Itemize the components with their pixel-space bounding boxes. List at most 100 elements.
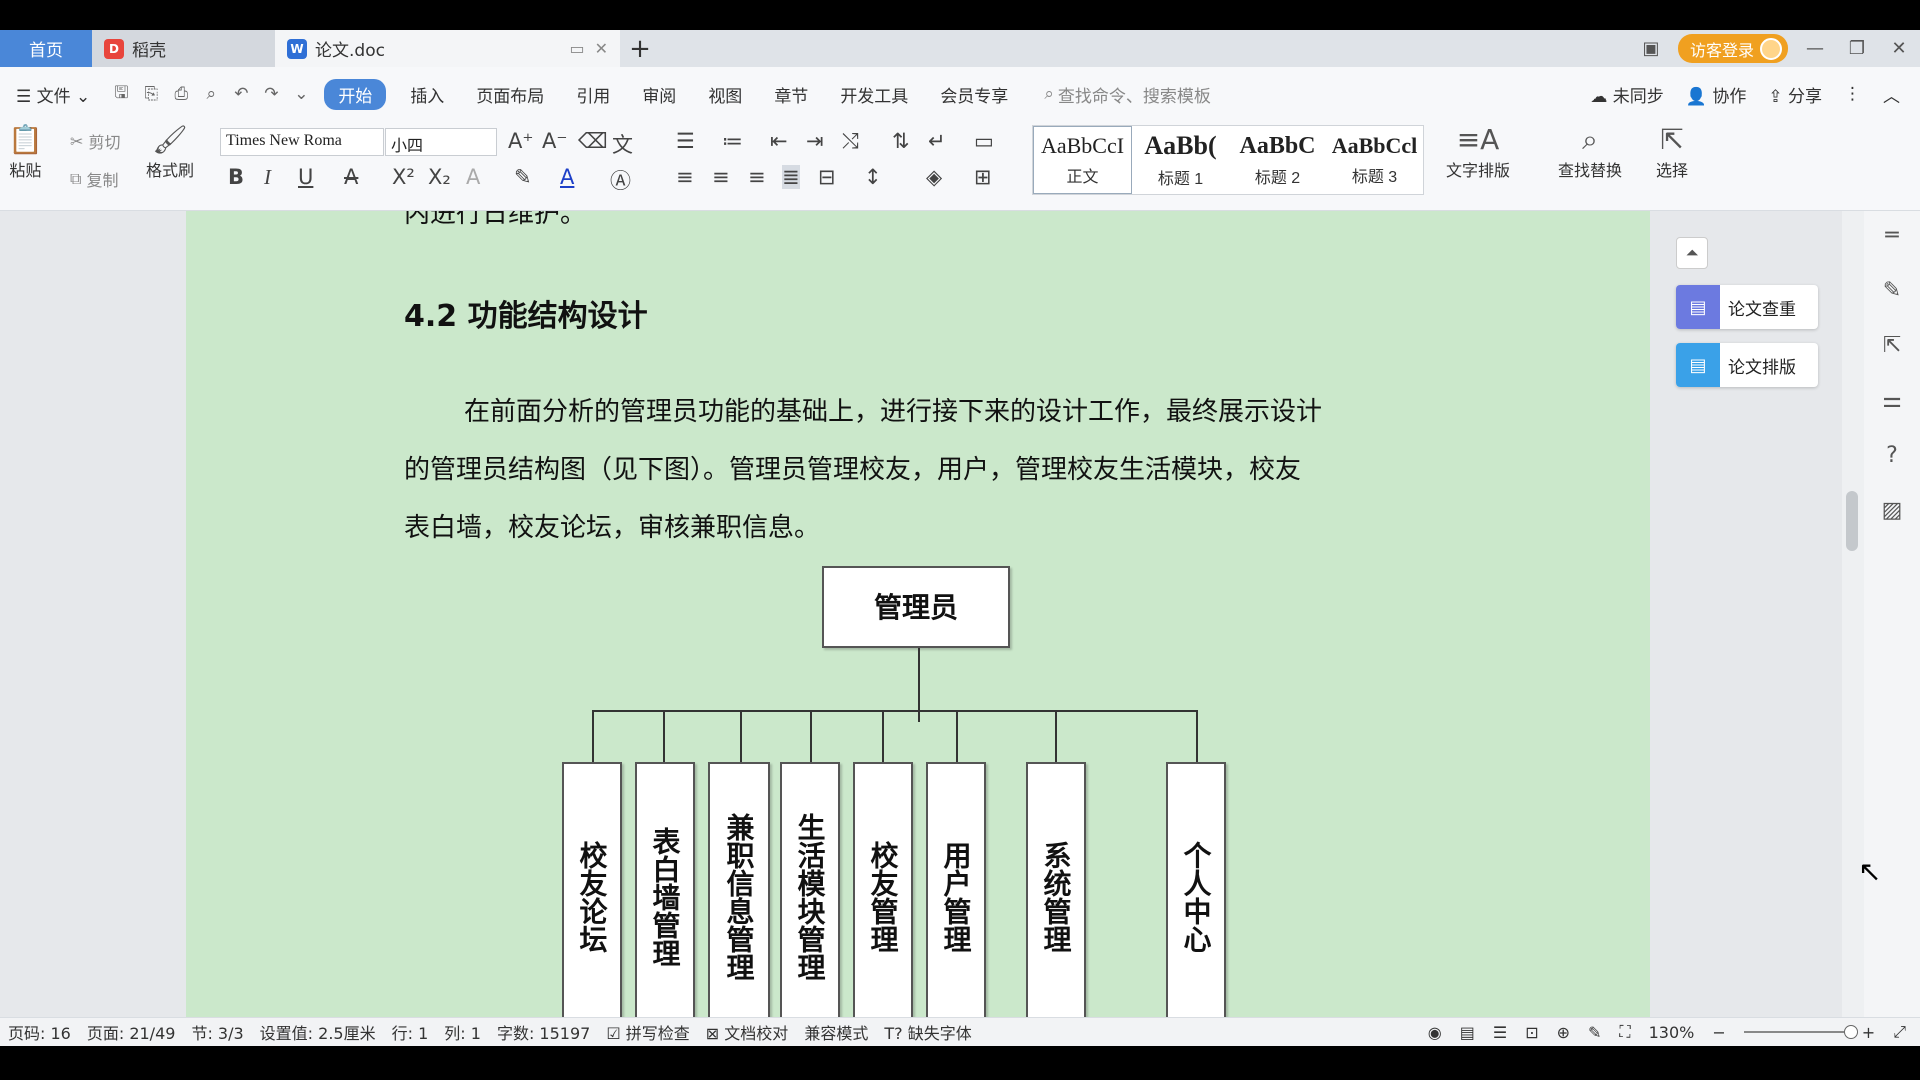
help-icon[interactable]: ? [1886,443,1898,468]
close-tab-icon[interactable]: ✕ [595,39,608,58]
eye-icon[interactable]: ◉ [1428,1023,1442,1042]
style-heading-1[interactable]: AaBb( 标题 1 [1132,126,1229,194]
bold-icon[interactable]: B [228,165,244,189]
underline-icon[interactable]: U [298,165,313,189]
align-left-icon[interactable]: ≡ [676,165,694,189]
menu-item-home[interactable]: 开始 [324,78,387,110]
share-button[interactable]: ⇪ 分享 [1768,82,1822,107]
status-section[interactable]: 节: 3/3 [183,1020,251,1044]
read-view-icon[interactable]: ⊡ [1525,1023,1538,1042]
status-page-code[interactable]: 页码: 16 [0,1020,79,1044]
find-replace-button[interactable]: ⌕ 查找替换 [1558,123,1622,181]
status-words[interactable]: 字数: 15197 [489,1020,598,1044]
style-heading-2[interactable]: AaBbC 标题 2 [1229,126,1326,194]
outline-view-icon[interactable]: ☰ [1493,1023,1507,1042]
export-icon[interactable]: ⎘ [136,84,166,104]
menu-item-insert[interactable]: 插入 [394,82,460,107]
status-row[interactable]: 行: 1 [384,1020,437,1044]
settings-sliders-icon[interactable]: ⚌ [1882,388,1902,413]
ruler-icon[interactable]: ▭ [974,129,994,153]
align-right-icon[interactable]: ≡ [748,165,766,189]
collapse-ribbon-icon[interactable]: ︿ [1883,82,1900,107]
align-center-icon[interactable]: ≡ [712,165,730,189]
menu-item-section[interactable]: 章节 [758,82,824,107]
status-page[interactable]: 页面: 21/49 [79,1020,184,1044]
paragraph-mark-icon[interactable]: ↵ [928,129,946,153]
justify-icon[interactable]: ≣ [782,165,800,189]
clear-format-icon[interactable]: ⌫ [578,129,608,153]
pen-view-icon[interactable]: ✎ [1588,1023,1601,1042]
redo-icon[interactable]: ↷ [256,84,286,104]
font-color-icon[interactable]: A [560,165,574,189]
tab-docer[interactable]: D 稻壳 [92,30,275,67]
text-direction-icon[interactable]: ⤭ [842,129,859,154]
print-icon[interactable]: ⎙ [166,84,196,104]
numbered-list-icon[interactable]: ≔ [722,129,743,153]
drag-handle-icon[interactable]: ═ [1885,223,1898,248]
image-icon[interactable]: ▨ [1882,498,1903,523]
pin-icon[interactable]: ▭ [569,39,584,58]
status-setting[interactable]: 设置值: 2.5厘米 [252,1020,384,1044]
page-view-icon[interactable]: ▤ [1460,1023,1475,1042]
vertical-scrollbar[interactable] [1842,211,1864,1017]
style-normal[interactable]: AaBbCcI 正文 [1033,126,1132,194]
text-effect-icon[interactable]: A [466,165,480,189]
more-options-icon[interactable]: ⋮ [1844,84,1861,104]
pen-icon[interactable]: ✎ [1883,278,1901,303]
paste-button[interactable]: 📋 粘贴 [8,123,43,181]
increase-indent-icon[interactable]: ⇥ [806,129,824,153]
tab-document[interactable]: W 论文.doc ▭ ✕ [275,30,620,67]
line-spacing-icon[interactable]: ↕ [864,165,882,189]
save-icon[interactable]: 🖫 [106,80,136,109]
web-view-icon[interactable]: ⊕ [1557,1023,1570,1042]
font-size-select[interactable]: 小四 [385,128,497,156]
print-preview-icon[interactable]: ⌕ [196,84,226,104]
shading-icon[interactable]: ◈ [926,165,942,189]
status-col[interactable]: 列: 1 [436,1020,489,1044]
paper-check-button[interactable]: ▤ 论文查重 [1676,285,1818,329]
fullscreen-icon[interactable]: ⤢ [1893,1022,1906,1042]
decrease-indent-icon[interactable]: ⇤ [770,129,788,153]
style-heading-3[interactable]: AaBbCcl 标题 3 [1326,126,1423,194]
undo-icon[interactable]: ↶ [226,84,256,104]
zoom-out-icon[interactable]: − [1712,1023,1725,1042]
borders-icon[interactable]: ⊞ [974,165,992,189]
pointer-icon[interactable]: ⇱ [1883,333,1901,358]
menu-item-layout[interactable]: 页面布局 [460,82,560,107]
sort-icon[interactable]: ⇅ [892,129,910,153]
command-search[interactable]: ⌕ 查找命令、搜索模板 [1044,82,1211,107]
grow-font-icon[interactable]: A⁺ [508,129,533,153]
strikethrough-icon[interactable]: A [344,165,358,189]
fit-icon[interactable]: ⛶ [1619,1022,1630,1042]
format-painter-button[interactable]: 🖌 格式刷 [146,123,194,181]
spell-check-button[interactable]: ☑ 拼写检查 [598,1020,697,1044]
missing-font-button[interactable]: T? 缺失字体 [876,1020,979,1044]
text-layout-button[interactable]: ≡A 文字排版 [1446,123,1510,181]
subscript-icon[interactable]: X₂ [428,165,451,189]
new-tab-button[interactable]: + [620,30,660,67]
menu-item-view[interactable]: 视图 [692,82,758,107]
collab-button[interactable]: 👤 协作 [1686,82,1747,107]
distributed-icon[interactable]: ⊟ [818,165,836,189]
file-menu[interactable]: ☰ 文件 ⌄ [0,82,106,107]
compat-mode[interactable]: 兼容模式 [796,1020,876,1044]
tab-home[interactable]: 首页 [0,30,92,67]
visitor-login-button[interactable]: 访客登录 [1677,34,1788,63]
layout-icon[interactable]: ▣ [1630,30,1672,67]
phonetic-icon[interactable]: 文 [612,129,633,159]
font-name-select[interactable]: Times New Roma [220,128,384,156]
menu-item-review[interactable]: 审阅 [626,82,692,107]
collapse-panel-button[interactable]: ⏶ [1676,237,1708,269]
unsynced-button[interactable]: ☁ 未同步 [1590,82,1663,107]
bullet-list-icon[interactable]: ☰ [676,129,695,153]
char-border-icon[interactable]: Ⓐ [610,165,631,195]
menu-item-member[interactable]: 会员专享 [924,82,1024,107]
zoom-slider[interactable] [1743,1025,1858,1039]
zoom-level[interactable]: 130% [1649,1023,1695,1042]
close-window-button[interactable]: ✕ [1878,30,1920,67]
superscript-icon[interactable]: X² [392,165,415,189]
menu-item-developer[interactable]: 开发工具 [824,82,924,107]
copy-button[interactable]: ⧉ 复制 [70,167,119,191]
scrollbar-thumb[interactable] [1846,491,1858,551]
more-icon[interactable]: ⌄ [286,84,316,104]
